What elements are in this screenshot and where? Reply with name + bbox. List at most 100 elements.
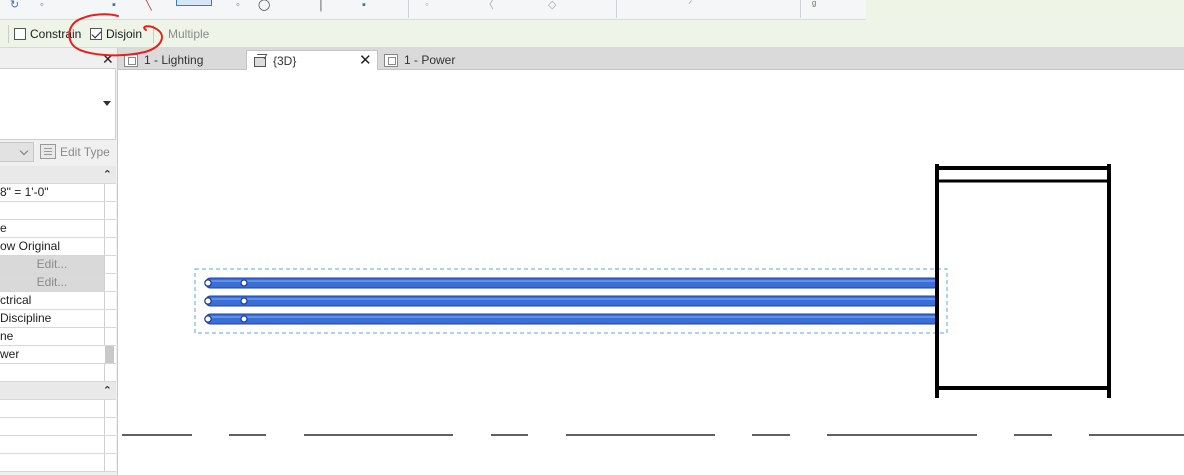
column-divider — [104, 274, 105, 291]
multiple-option[interactable]: Multiple — [168, 27, 209, 41]
collapse-icon[interactable]: ⌃ — [103, 167, 112, 183]
ribbon-tool-icon[interactable]: │ — [318, 0, 325, 11]
ribbon-context-area — [866, 0, 1184, 20]
ribbon-tool-icon[interactable]: ▪ — [362, 0, 366, 11]
column-divider — [104, 202, 105, 219]
column-divider — [104, 292, 105, 309]
column-divider — [104, 364, 105, 381]
column-divider — [104, 400, 105, 417]
collapse-icon[interactable]: ⌃ — [103, 383, 112, 399]
view-tabs: 1 - Lighting {3D} ✕ 1 - Power — [118, 48, 1184, 70]
column-divider — [104, 256, 105, 273]
ribbon-tool-icon[interactable]: ◦ — [236, 0, 240, 11]
conduit-run-1 — [204, 277, 939, 289]
property-row[interactable] — [0, 454, 116, 472]
constrain-checkbox[interactable] — [14, 28, 26, 40]
cube-3d-icon — [253, 54, 267, 67]
constrain-label: Constrain — [30, 27, 82, 41]
column-divider — [104, 310, 105, 327]
properties-panel: ✕ Edit Type ⌃ 8" = 1'-0" e ow Original E… — [0, 48, 118, 475]
edit-type-row: Edit Type — [0, 142, 116, 164]
ribbon-tool-icon[interactable]: ╲ — [145, 0, 152, 11]
property-row[interactable]: e — [0, 220, 116, 238]
ribbon-tool-icon[interactable]: ᐟ — [688, 0, 693, 11]
ribbon-separator — [408, 0, 409, 18]
column-divider — [104, 184, 105, 201]
ribbon-tool-icon[interactable]: ◦ — [425, 0, 429, 11]
property-row[interactable]: wer — [0, 346, 116, 364]
properties-group-header[interactable]: ⌃ — [0, 166, 116, 184]
column-divider — [104, 328, 105, 345]
close-icon[interactable]: ✕ — [359, 53, 372, 68]
property-row[interactable]: Discipline — [0, 310, 116, 328]
property-row[interactable] — [0, 202, 116, 220]
ribbon-active-tool-button[interactable] — [176, 0, 212, 6]
property-value: wer — [0, 347, 20, 361]
tab-1-power[interactable]: 1 - Power — [378, 50, 508, 70]
ribbon-tool-icon[interactable]: ◯ — [258, 0, 270, 11]
column-divider — [104, 418, 105, 435]
disjoin-label: Disjoin — [106, 27, 143, 41]
dropdown-arrow-icon[interactable] — [103, 101, 111, 106]
tab-label: {3D} — [273, 53, 297, 68]
options-separator — [153, 25, 154, 43]
conduit-run-3 — [204, 313, 939, 325]
ribbon-tool-icon[interactable]: ᵍ — [812, 0, 816, 11]
property-row[interactable] — [0, 436, 116, 454]
scrollbar-thumb[interactable] — [105, 346, 114, 363]
ribbon-undo-icon[interactable]: ↻ — [10, 0, 19, 11]
edit-type-icon — [40, 144, 56, 159]
3d-view-drawing — [122, 164, 1184, 436]
property-row[interactable]: 8" = 1'-0" — [0, 184, 116, 202]
ribbon-tool-icon[interactable]: ▪ — [112, 0, 116, 11]
type-selector[interactable] — [0, 68, 116, 140]
ribbon-tool-icon[interactable]: 〈 — [483, 0, 494, 11]
ribbon-strip: ↻ ◦ ▪ ╲ ◦ ◯ │ ▪ ◦ 〈 ◇ ᐟ ᵍ — [0, 0, 1184, 20]
chevron-down-icon — [19, 146, 29, 156]
column-divider — [104, 454, 105, 471]
property-edit-button[interactable]: Edit... — [0, 274, 116, 292]
electrical-panel — [935, 164, 1111, 398]
multiple-label: Multiple — [168, 27, 210, 41]
conduit-run-2 — [204, 295, 939, 307]
property-row[interactable]: ow Original — [0, 238, 116, 256]
instance-filter-dropdown[interactable] — [0, 142, 34, 162]
column-divider — [104, 436, 105, 453]
ribbon-tool-icon[interactable]: ◦ — [40, 0, 44, 11]
property-value: ctrical — [0, 293, 32, 307]
property-row[interactable] — [0, 418, 116, 436]
property-row[interactable]: ne — [0, 328, 116, 346]
tab-1-lighting[interactable]: 1 - Lighting — [118, 50, 246, 70]
disjoin-option[interactable]: Disjoin — [90, 27, 142, 41]
3d-view-canvas[interactable] — [119, 70, 1184, 475]
column-divider — [104, 238, 105, 255]
property-value: Discipline — [0, 311, 52, 325]
floor-plan-icon — [384, 53, 398, 67]
property-row[interactable]: ctrical — [0, 292, 116, 310]
tab-label: 1 - Power — [404, 53, 456, 67]
properties-grid: ⌃ 8" = 1'-0" e ow Original Edit... Edit.… — [0, 166, 116, 472]
constrain-option[interactable]: Constrain — [14, 27, 81, 41]
ribbon-separator — [800, 0, 801, 18]
edit-button-label: Edit... — [0, 274, 104, 291]
property-edit-button[interactable]: Edit... — [0, 256, 116, 274]
edit-button-label: Edit... — [0, 256, 104, 273]
disjoin-checkbox[interactable] — [90, 28, 102, 40]
edit-type-label: Edit Type — [60, 144, 110, 159]
options-bar: Constrain Disjoin Multiple — [0, 20, 1184, 48]
floor-plan-icon — [124, 53, 138, 67]
property-value: ne — [0, 329, 14, 343]
tab-3d[interactable]: {3D} ✕ — [246, 50, 378, 70]
property-row[interactable] — [0, 400, 116, 418]
tab-label: 1 - Lighting — [144, 53, 204, 67]
close-icon[interactable]: ✕ — [102, 52, 114, 66]
ribbon-separator — [616, 0, 617, 18]
properties-group-header[interactable]: ⌃ — [0, 382, 116, 400]
ribbon-tool-icon[interactable]: ◇ — [548, 0, 556, 11]
column-divider — [104, 220, 105, 237]
property-value: 8" = 1'-0" — [0, 185, 49, 199]
property-row[interactable] — [0, 364, 116, 382]
property-value: ow Original — [0, 239, 61, 253]
edit-type-button[interactable]: Edit Type — [40, 144, 110, 159]
property-value: e — [0, 221, 7, 235]
